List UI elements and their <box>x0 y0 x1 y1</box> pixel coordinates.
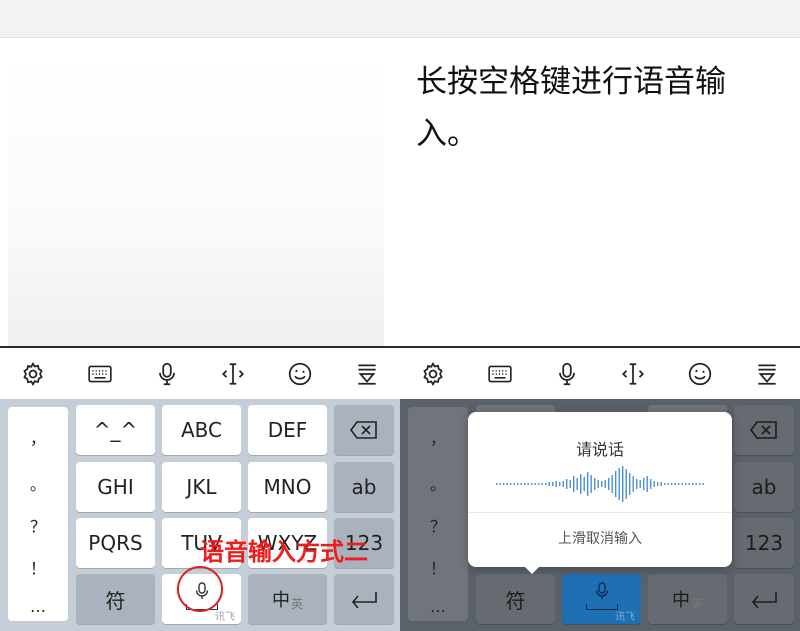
punct-comma[interactable]: ， <box>408 425 468 449</box>
emoji-icon[interactable] <box>683 357 717 391</box>
key-language-toggle[interactable]: 中英 <box>648 574 727 624</box>
punct-exclaim[interactable]: ！ <box>408 555 468 579</box>
emoji-icon[interactable] <box>283 357 317 391</box>
backspace-button[interactable] <box>334 405 394 455</box>
popup-title: 请说话 <box>575 440 624 459</box>
backspace-icon <box>350 421 377 439</box>
key-ab[interactable]: ab <box>734 462 794 512</box>
punct-ellipsis[interactable]: … <box>8 597 68 616</box>
content-area[interactable] <box>0 38 400 346</box>
enter-button[interactable] <box>734 574 794 624</box>
microphone-icon[interactable] <box>550 357 584 391</box>
key-lang-zh: 中 <box>271 590 290 611</box>
annotation-label: 语音输入方式二 <box>200 538 368 566</box>
keyboard-icon[interactable] <box>483 357 517 391</box>
punct-question[interactable]: ？ <box>408 513 468 537</box>
collapse-keyboard-icon[interactable] <box>750 357 784 391</box>
popup-hint: 上滑取消输入 <box>558 531 642 547</box>
space-key-pressed[interactable]: 讯飞 <box>562 574 641 624</box>
text-cursor-icon[interactable] <box>616 357 650 391</box>
microphone-icon <box>595 582 608 599</box>
punct-ellipsis[interactable]: … <box>408 597 468 616</box>
status-bar <box>0 0 400 38</box>
key-lang-en: 英 <box>290 596 303 611</box>
punct-question[interactable]: ？ <box>8 513 68 537</box>
content-area[interactable]: 长按空格键进行语音输入。 <box>400 38 800 346</box>
key-pqrs[interactable]: PQRS <box>76 518 155 568</box>
text-cursor-icon[interactable] <box>216 357 250 391</box>
backspace-icon <box>750 421 777 439</box>
gear-icon[interactable] <box>416 357 450 391</box>
key-symbols[interactable]: 符 <box>76 574 155 624</box>
right-screen: 长按空格键进行语音输入。 ， 。 ？ ！ … ab 123 符 讯飞 中 英 请… <box>400 0 800 631</box>
key-lang-en: 英 <box>690 596 703 611</box>
content-text: 长按空格键进行语音输入。 <box>416 64 726 152</box>
key-def[interactable]: DEF <box>248 405 327 455</box>
keyboard-toolbar <box>0 346 400 399</box>
key-ab[interactable]: ab <box>334 462 394 512</box>
key-mno[interactable]: MNO <box>248 462 327 512</box>
voice-input-popup: 请说话 上滑取消输入 <box>468 412 732 567</box>
collapse-keyboard-icon[interactable] <box>350 357 384 391</box>
keyboard-toolbar <box>400 346 800 399</box>
key-language-toggle[interactable]: 中英 <box>248 574 327 624</box>
punct-period[interactable]: 。 <box>408 471 468 495</box>
punct-period[interactable]: 。 <box>8 471 68 495</box>
annotation-circle <box>177 566 223 612</box>
key-lang-zh: 中 <box>671 590 690 611</box>
backspace-button[interactable] <box>734 405 794 455</box>
popup-pointer <box>524 566 540 574</box>
brand-label: 讯飞 <box>615 612 635 623</box>
key-123[interactable]: 123 <box>734 518 794 568</box>
left-screen: ， 。 ？ ！ … ^_^ ABC DEF GHI JKL MNO ab PQR… <box>0 0 400 631</box>
punct-comma[interactable]: ， <box>8 425 68 449</box>
keyboard-icon[interactable] <box>83 357 117 391</box>
sound-wave-icon <box>496 466 704 502</box>
popup-divider <box>468 512 732 513</box>
key-symbols[interactable]: 符 <box>476 574 555 624</box>
enter-icon <box>751 592 777 608</box>
status-bar <box>400 0 800 38</box>
key-emoticon[interactable]: ^_^ <box>76 405 155 455</box>
punct-exclaim[interactable]: ！ <box>8 555 68 579</box>
brand-label: 讯飞 <box>215 612 235 623</box>
enter-icon <box>351 592 377 608</box>
enter-button[interactable] <box>334 574 394 624</box>
key-jkl[interactable]: JKL <box>162 462 241 512</box>
punctuation-column[interactable]: ， 。 ？ ！ … <box>8 407 68 621</box>
key-abc[interactable]: ABC <box>162 405 241 455</box>
punctuation-column[interactable]: ， 。 ？ ！ … <box>408 407 468 621</box>
gear-icon[interactable] <box>16 357 50 391</box>
key-ghi[interactable]: GHI <box>76 462 155 512</box>
microphone-icon[interactable] <box>150 357 184 391</box>
